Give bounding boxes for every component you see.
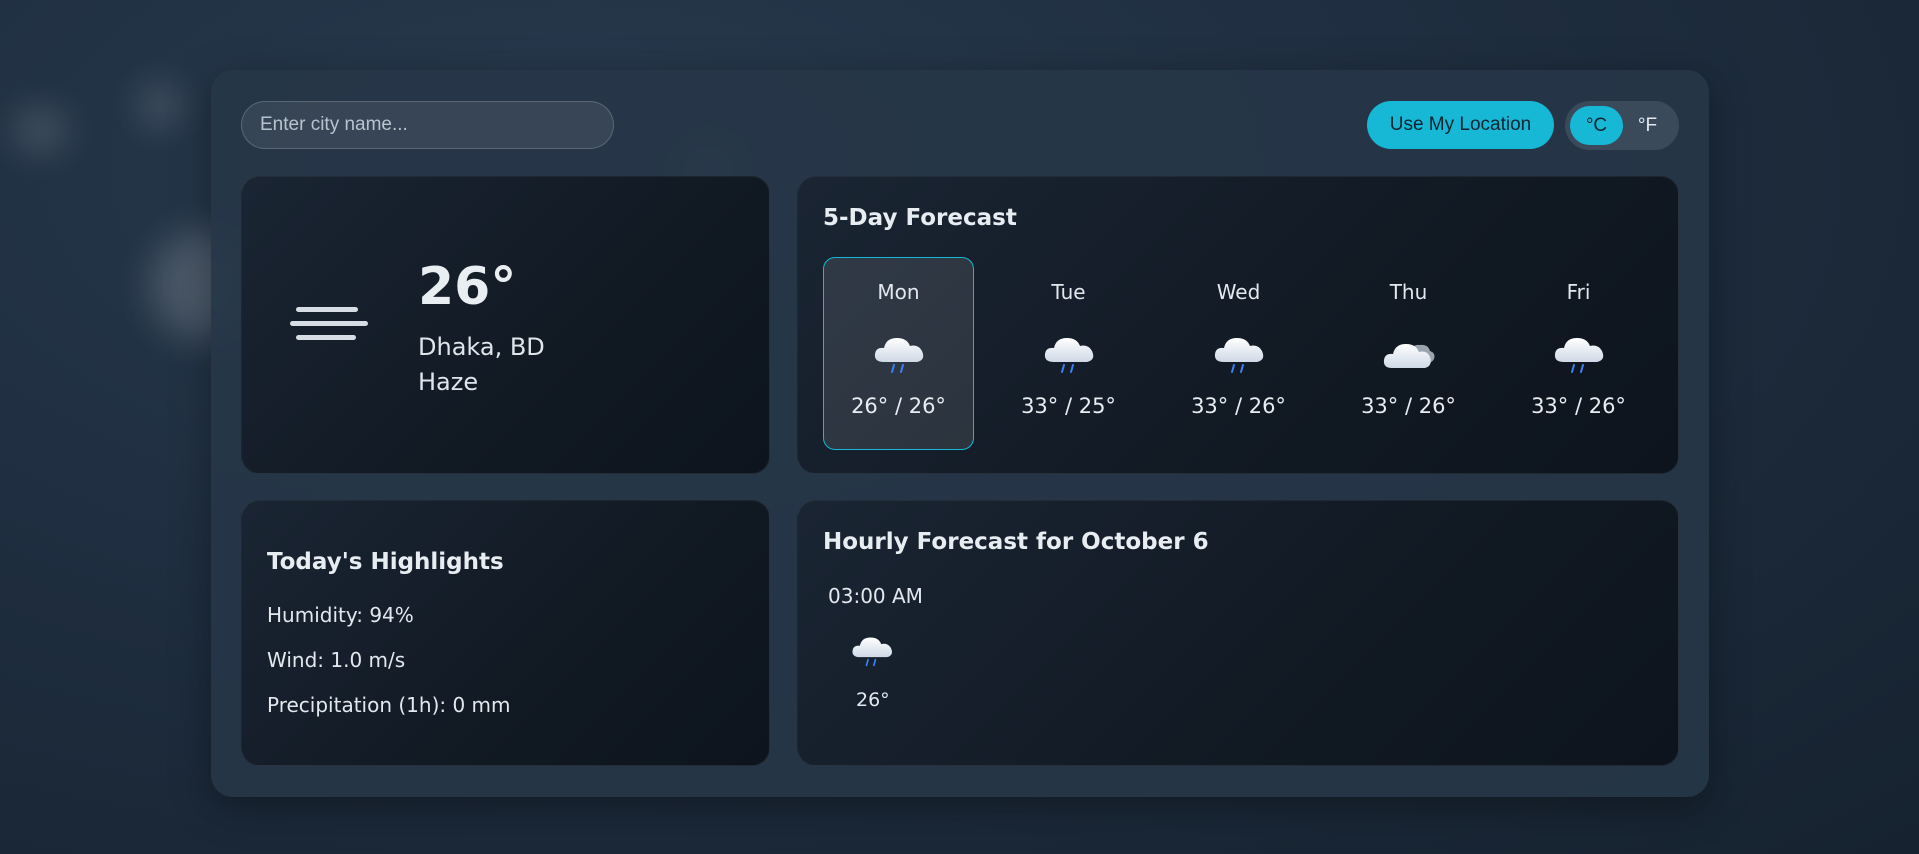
rain-cloud-icon [874, 338, 924, 373]
rain-cloud-icon [852, 637, 893, 667]
hourly-temp: 26° [856, 689, 890, 711]
haze-icon [290, 307, 368, 345]
five-day-forecast-card: 5-Day Forecast Mon 26° / 26° Tue 33° / 2… [797, 176, 1679, 474]
forecast-day-temps: 33° / 25° [1021, 394, 1116, 418]
cloudy-icon [1383, 344, 1435, 368]
highlights-card: Today's Highlights Humidity: 94% Wind: 1… [241, 500, 770, 766]
unit-celsius-button[interactable]: °C [1570, 106, 1623, 145]
hourly-time: 03:00 AM [828, 584, 923, 608]
hourly-title: Hourly Forecast for October 6 [823, 529, 1209, 555]
background-blob [140, 85, 180, 125]
unit-fahrenheit-button[interactable]: °F [1621, 106, 1674, 145]
forecast-day-temps: 33° / 26° [1361, 394, 1456, 418]
precipitation-value: Precipitation (1h): 0 mm [267, 693, 511, 717]
forecast-day-temps: 26° / 26° [851, 394, 946, 418]
highlights-title: Today's Highlights [267, 549, 504, 575]
rain-cloud-icon [1554, 338, 1604, 373]
forecast-day-temps: 33° / 26° [1191, 394, 1286, 418]
city-name: Dhaka, BD [418, 333, 545, 361]
unit-toggle: °C °F [1565, 101, 1679, 150]
forecast-title: 5-Day Forecast [823, 205, 1017, 231]
forecast-day-name: Fri [1566, 280, 1591, 304]
forecast-day[interactable]: Fri 33° / 26° [1503, 257, 1654, 450]
rain-cloud-icon [1214, 338, 1264, 373]
rain-cloud-icon [1044, 338, 1094, 373]
city-search-input[interactable] [241, 101, 614, 149]
forecast-day[interactable]: Wed 33° / 26° [1163, 257, 1314, 450]
forecast-day[interactable]: Tue 33° / 25° [993, 257, 1144, 450]
use-location-button[interactable]: Use My Location [1367, 101, 1554, 149]
forecast-day[interactable]: Mon 26° / 26° [823, 257, 974, 450]
current-temperature: 26° [418, 257, 517, 317]
wind-value: Wind: 1.0 m/s [267, 648, 406, 672]
humidity-value: Humidity: 94% [267, 603, 414, 627]
forecast-day-name: Thu [1389, 280, 1428, 304]
forecast-day-temps: 33° / 26° [1531, 394, 1626, 418]
forecast-day-name: Mon [877, 280, 920, 304]
weather-condition: Haze [418, 368, 479, 396]
forecast-day-name: Wed [1216, 280, 1261, 304]
hourly-forecast-card: Hourly Forecast for October 6 03:00 AM 2… [797, 500, 1679, 766]
current-weather-card: 26° Dhaka, BD Haze [241, 176, 770, 474]
weather-app-panel: Use My Location °C °F 26° Dhaka, BD Haze… [211, 70, 1709, 797]
forecast-day[interactable]: Thu 33° / 26° [1333, 257, 1484, 450]
forecast-day-name: Tue [1051, 280, 1086, 304]
background-blob [15, 110, 65, 150]
